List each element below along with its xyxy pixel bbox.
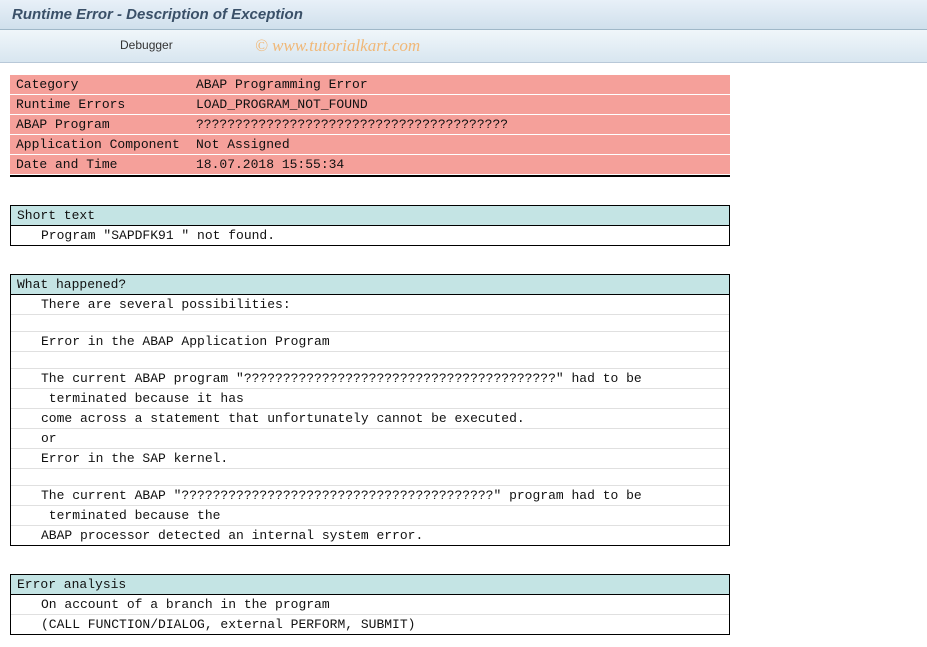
section-line bbox=[11, 315, 729, 332]
section-header: Short text bbox=[11, 206, 729, 226]
section-line bbox=[11, 352, 729, 369]
info-value: Not Assigned bbox=[190, 135, 730, 154]
error-info-table: Category ABAP Programming Error Runtime … bbox=[10, 75, 730, 177]
toolbar: Debugger bbox=[0, 30, 927, 63]
what-happened-section: What happened? There are several possibi… bbox=[10, 274, 730, 546]
info-label: Date and Time bbox=[10, 155, 190, 174]
window-header: Runtime Error - Description of Exception bbox=[0, 0, 927, 30]
section-line: On account of a branch in the program bbox=[11, 595, 729, 615]
info-label: ABAP Program bbox=[10, 115, 190, 134]
section-line: Error in the ABAP Application Program bbox=[11, 332, 729, 352]
section-header: Error analysis bbox=[11, 575, 729, 595]
info-label: Application Component bbox=[10, 135, 190, 154]
debugger-button[interactable]: Debugger bbox=[120, 38, 173, 52]
section-body: There are several possibilities: Error i… bbox=[11, 295, 729, 545]
info-label: Category bbox=[10, 75, 190, 94]
section-line: come across a statement that unfortunate… bbox=[11, 409, 729, 429]
section-line: terminated because the bbox=[11, 506, 729, 526]
section-line: The current ABAP program "??????????????… bbox=[11, 369, 729, 389]
section-line: terminated because it has bbox=[11, 389, 729, 409]
section-body: Program "SAPDFK91 " not found. bbox=[11, 226, 729, 245]
info-value: LOAD_PROGRAM_NOT_FOUND bbox=[190, 95, 730, 114]
section-line: or bbox=[11, 429, 729, 449]
info-value: ABAP Programming Error bbox=[190, 75, 730, 94]
table-row: ABAP Program ???????????????????????????… bbox=[10, 115, 730, 135]
section-line bbox=[11, 469, 729, 486]
content-area: Category ABAP Programming Error Runtime … bbox=[0, 63, 927, 647]
table-row: Runtime Errors LOAD_PROGRAM_NOT_FOUND bbox=[10, 95, 730, 115]
section-line: The current ABAP "??????????????????????… bbox=[11, 486, 729, 506]
table-row: Date and Time 18.07.2018 15:55:34 bbox=[10, 155, 730, 175]
section-header: What happened? bbox=[11, 275, 729, 295]
info-value: 18.07.2018 15:55:34 bbox=[190, 155, 730, 174]
table-row: Category ABAP Programming Error bbox=[10, 75, 730, 95]
info-label: Runtime Errors bbox=[10, 95, 190, 114]
info-value: ???????????????????????????????????????? bbox=[190, 115, 730, 134]
section-line: There are several possibilities: bbox=[11, 295, 729, 315]
page-title: Runtime Error - Description of Exception bbox=[12, 6, 915, 23]
section-line: Program "SAPDFK91 " not found. bbox=[11, 226, 729, 245]
short-text-section: Short text Program "SAPDFK91 " not found… bbox=[10, 205, 730, 246]
table-row: Application Component Not Assigned bbox=[10, 135, 730, 155]
section-line: Error in the SAP kernel. bbox=[11, 449, 729, 469]
section-line: ABAP processor detected an internal syst… bbox=[11, 526, 729, 545]
section-body: On account of a branch in the program (C… bbox=[11, 595, 729, 634]
section-line: (CALL FUNCTION/DIALOG, external PERFORM,… bbox=[11, 615, 729, 634]
